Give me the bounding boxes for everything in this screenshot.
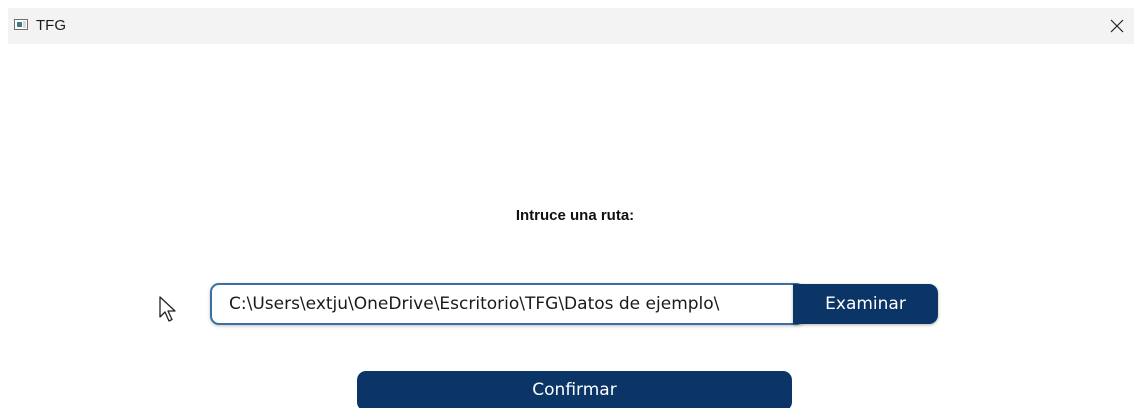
close-button[interactable] <box>1102 10 1132 42</box>
app-window: TFG Intruce una ruta: Examinar Confirmar <box>0 0 1134 408</box>
mouse-pointer-icon <box>159 296 176 322</box>
path-input[interactable] <box>210 283 805 325</box>
path-prompt-label: Intruce una ruta: <box>515 207 635 224</box>
close-icon <box>1110 19 1124 33</box>
window-title: TFG <box>36 17 66 34</box>
browse-button[interactable]: Examinar <box>793 284 938 324</box>
app-window-icon <box>14 19 28 30</box>
confirm-button[interactable]: Confirmar <box>357 371 792 408</box>
title-bar: TFG <box>8 8 1134 44</box>
